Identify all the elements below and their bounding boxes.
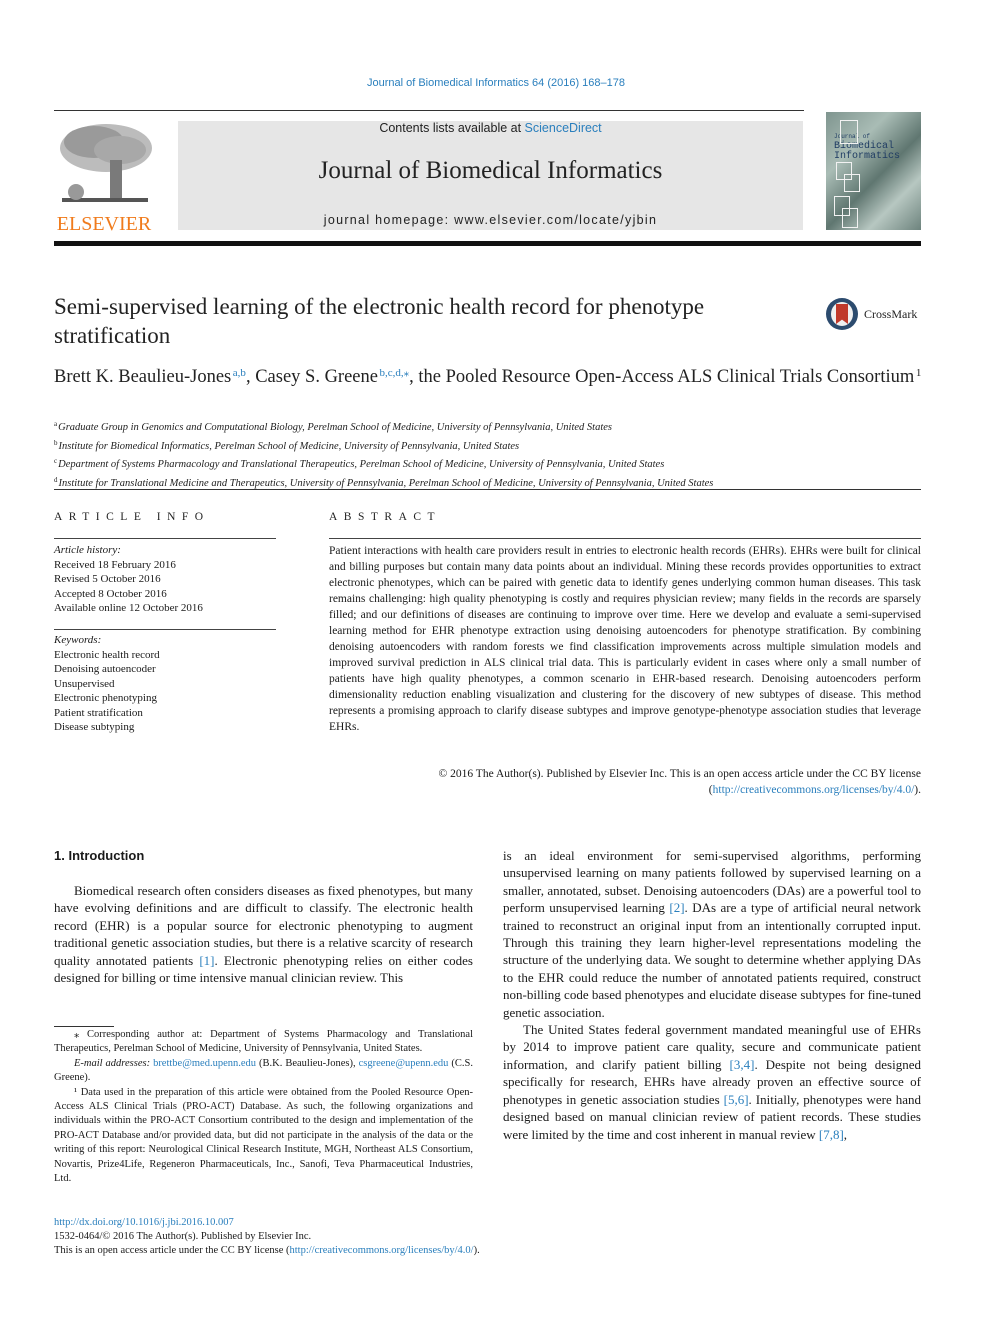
email-link[interactable]: csgreene@upenn.edu [359,1058,449,1069]
article-info-heading: ARTICLE INFO [54,511,210,523]
corresponding-author-note: ⁎ Corresponding author at: Department of… [54,1029,473,1055]
doi-link[interactable]: http://dx.doi.org/10.1016/j.jbi.2016.10.… [54,1216,654,1230]
section-heading-introduction: 1. Introduction [54,848,145,863]
article-history: Article history: Received 18 February 20… [54,543,276,616]
divider [54,629,276,630]
citation-link[interactable]: [3,4] [730,1057,755,1072]
author-name[interactable]: Casey S. Greene [255,367,378,387]
keyword: Patient stratification [54,706,143,719]
keyword: Disease subtyping [54,721,135,733]
data-footnote: ¹ Data used in the preparation of this a… [54,1086,473,1185]
crossmark-icon [826,298,858,330]
abstract-heading: ABSTRACT [329,511,442,523]
journal-title: Journal of Biomedical Informatics [318,157,663,184]
elsevier-tree-icon [54,120,154,208]
keyword: Electronic health record [54,648,160,661]
article-title: Semi-supervised learning of the electron… [54,294,705,348]
header-rule [54,110,804,111]
affiliation: aGraduate Group in Genomics and Computat… [54,420,612,433]
author-footnote-sup[interactable]: 1 [916,367,922,379]
crossmark-button[interactable]: CrossMark [826,298,926,332]
author-list: Brett K. Beaulieu-Jones a,b, Casey S. Gr… [54,367,922,387]
author-name[interactable]: the Pooled Resource Open-Access ALS Clin… [418,367,914,387]
issn-line: 1532-0464/© 2016 The Author(s). Publishe… [54,1231,312,1242]
journal-homepage[interactable]: journal homepage: www.elsevier.com/locat… [178,213,803,227]
email-link[interactable]: brettbe@med.upenn.edu [153,1058,256,1069]
keywords: Keywords: Electronic health record Denoi… [54,633,276,735]
footnotes: ⁎ Corresponding author at: Department of… [54,1028,473,1186]
author-affil-sup[interactable]: a,b [233,367,246,379]
license-link[interactable]: http://creativecommons.org/licenses/by/4… [290,1245,474,1256]
affiliations: aGraduate Group in Genomics and Computat… [54,417,924,491]
citation-link[interactable]: [2] [669,900,684,915]
body-paragraph: The United States federal government man… [503,1022,922,1142]
citation-link[interactable]: [1] [199,953,214,968]
keyword: Electronic phenotyping [54,692,157,704]
history-item: Available online 12 October 2016 [54,602,203,614]
divider [54,538,276,539]
license-link[interactable]: http://creativecommons.org/licenses/by/4… [713,784,915,796]
elsevier-logo[interactable]: ELSEVIER [54,120,154,235]
affiliation: bInstitute for Biomedical Informatics, P… [54,438,520,452]
history-item: Accepted 8 October 2016 [54,587,167,600]
contents-line: Contents lists available at ScienceDirec… [379,121,602,135]
divider [329,538,921,539]
header-thick-rule [54,241,921,246]
keyword: Unsupervised [54,677,115,690]
history-item: Revised 5 October 2016 [54,573,161,585]
journal-cover-image[interactable]: Journal of Biomedical Informatics [826,112,921,230]
body-column-right: is an ideal environment for semi-supervi… [503,847,921,1143]
citation-link[interactable]: [7,8] [819,1127,844,1142]
section-divider [54,489,921,490]
email-note: E-mail addresses: brettbe@med.upenn.edu … [54,1057,474,1084]
author-name[interactable]: Brett K. Beaulieu-Jones [54,367,231,387]
journal-citation[interactable]: Journal of Biomedical Informatics 64 (20… [0,77,992,89]
citation-link[interactable]: [5,6] [724,1092,749,1107]
affiliation: cDepartment of Systems Pharmacology and … [54,457,665,470]
body-paragraph: is an ideal environment for semi-supervi… [503,848,922,1020]
open-access-line: This is an open access article under the… [54,1245,480,1256]
intro-paragraph: Biomedical research often considers dise… [54,883,473,986]
keyword: Denoising autoencoder [54,663,156,675]
footnote-rule [54,1026,114,1027]
history-item: Received 18 February 2016 [54,558,176,571]
article-footer: http://dx.doi.org/10.1016/j.jbi.2016.10.… [54,1216,654,1258]
license-statement: © 2016 The Author(s). Published by Elsev… [438,768,921,796]
author-affil-sup[interactable]: b,c,d,⁎ [380,367,410,379]
elsevier-wordmark: ELSEVIER [56,213,152,235]
sciencedirect-link[interactable]: ScienceDirect [525,121,602,135]
journal-banner: Contents lists available at ScienceDirec… [178,121,803,230]
abstract-text: Patient interactions with health care pr… [329,545,921,733]
